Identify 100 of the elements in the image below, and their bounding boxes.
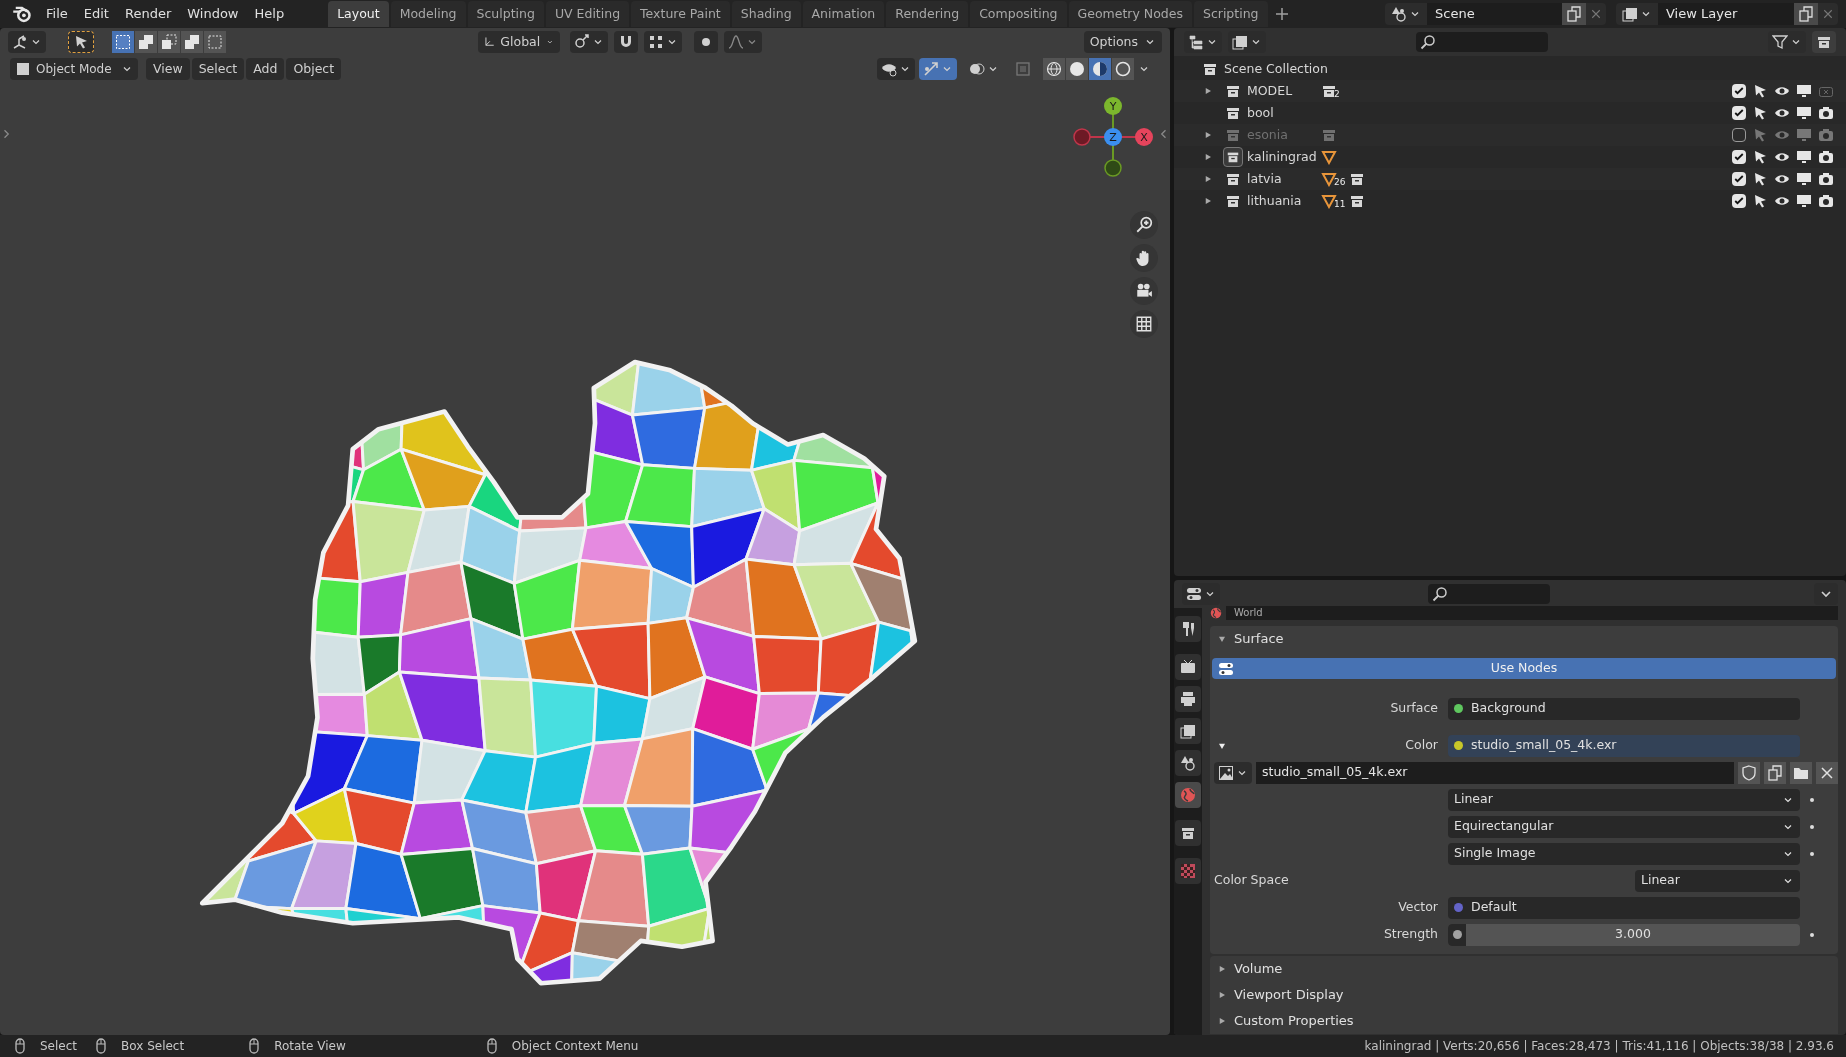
checkbox[interactable] — [1732, 84, 1746, 98]
workspace-tab[interactable]: Scripting — [1193, 0, 1268, 28]
shading-mode-button[interactable] — [1043, 58, 1065, 80]
socket-field[interactable]: Default — [1448, 896, 1800, 919]
display-mode-button[interactable] — [1184, 31, 1222, 53]
world-name-field[interactable]: World — [1226, 606, 1838, 620]
duplicate-button[interactable] — [1764, 761, 1786, 784]
collection-name[interactable]: Scene Collection — [1224, 59, 1328, 79]
options-button[interactable] — [1814, 583, 1838, 605]
world-icon[interactable] — [1210, 607, 1222, 619]
dropdown[interactable]: Single Image — [1448, 842, 1800, 865]
proportional-edit-button[interactable] — [694, 31, 718, 53]
duplicate-button[interactable] — [1562, 3, 1586, 25]
panel-header[interactable]: Volume — [1210, 956, 1838, 982]
camera-view-button[interactable] — [1130, 277, 1158, 305]
select-mode-button[interactable] — [112, 31, 134, 53]
workspace-tab[interactable]: Compositing — [970, 0, 1067, 28]
checkbox[interactable] — [1732, 172, 1746, 186]
unlink-button[interactable] — [1816, 761, 1838, 784]
monitor-icon[interactable] — [1796, 193, 1812, 209]
workspace-tab[interactable]: Shading — [731, 0, 801, 28]
checkbox[interactable] — [1732, 106, 1746, 120]
properties-tab[interactable] — [1175, 686, 1201, 712]
viewport-menu[interactable]: Add — [246, 58, 285, 80]
select-mode-button[interactable] — [158, 31, 180, 53]
collection-name[interactable]: latvia — [1247, 169, 1317, 189]
editor-type-button[interactable] — [8, 31, 46, 53]
viewport-menu[interactable]: Select — [191, 58, 245, 80]
blender-logo-icon[interactable] — [12, 4, 32, 24]
workspace-tab[interactable]: Animation — [802, 0, 885, 28]
dropdown[interactable]: Equirectangular — [1448, 815, 1800, 838]
properties-tab[interactable] — [1175, 616, 1201, 642]
camera-icon[interactable] — [1818, 171, 1834, 187]
camera-icon[interactable] — [1818, 193, 1834, 209]
use-nodes-button[interactable]: Use Nodes — [1212, 658, 1836, 679]
number-field[interactable]: 3.000 — [1448, 923, 1800, 946]
panel-header[interactable]: Custom Properties — [1210, 1008, 1838, 1034]
falloff-button[interactable] — [724, 31, 762, 53]
properties-tab[interactable] — [1175, 718, 1201, 744]
select-mode-button[interactable] — [204, 31, 226, 53]
workspace-tab[interactable]: Modeling — [390, 0, 466, 28]
workspace-tab[interactable]: Sculpting — [467, 0, 544, 28]
workspace-tab[interactable]: Texture Paint — [631, 0, 730, 28]
menu-item[interactable]: Window — [181, 1, 245, 27]
menu-item[interactable]: Edit — [77, 1, 115, 27]
image-name-field[interactable]: studio_small_05_4k.exr — [1256, 761, 1734, 784]
visibility-button[interactable] — [877, 58, 915, 80]
properties-tab[interactable] — [1175, 750, 1201, 776]
collection-name[interactable]: MODEL — [1247, 81, 1317, 101]
scene-name-field[interactable]: Scene — [1427, 3, 1562, 25]
monitor-icon[interactable] — [1796, 83, 1812, 99]
select-mode-button[interactable] — [181, 31, 203, 53]
properties-tab[interactable] — [1175, 654, 1201, 680]
fake-user-button[interactable] — [1738, 761, 1760, 784]
dropdown[interactable]: Linear — [1635, 869, 1800, 892]
panel-header[interactable]: Viewport Display — [1210, 982, 1838, 1008]
image-browse-button[interactable] — [1214, 761, 1252, 784]
select-cursor-icon[interactable] — [1752, 83, 1768, 99]
camera-icon[interactable] — [1818, 149, 1834, 165]
shading-mode-button[interactable] — [1112, 58, 1134, 80]
new-collection-button[interactable] — [1812, 31, 1836, 53]
camera-icon[interactable] — [1818, 105, 1834, 121]
menu-item[interactable]: Render — [118, 1, 178, 27]
monitor-icon[interactable] — [1796, 105, 1812, 121]
mesh-icon[interactable] — [1321, 149, 1337, 165]
select-mode-button[interactable] — [135, 31, 157, 53]
view-layer-field[interactable]: View Layer — [1658, 3, 1794, 25]
axis-gizmo-drawing[interactable] — [1073, 97, 1153, 177]
mesh-count-badge[interactable]: 11 — [1321, 192, 1346, 210]
gizmo-toggle-button[interactable] — [919, 58, 957, 80]
zoom-button[interactable] — [1130, 211, 1158, 239]
pan-button[interactable] — [1130, 244, 1158, 272]
search-field[interactable] — [1416, 32, 1548, 52]
collection-name[interactable]: kaliningrad — [1247, 147, 1317, 167]
collection-name[interactable]: lithuania — [1247, 191, 1317, 211]
monitor-icon[interactable] — [1796, 171, 1812, 187]
select-cursor-icon[interactable] — [1752, 171, 1768, 187]
add-workspace-icon[interactable] — [1273, 6, 1290, 22]
collection-icon[interactable] — [1349, 193, 1366, 209]
options-dropdown[interactable]: Options — [1083, 31, 1162, 53]
open-file-button[interactable] — [1790, 761, 1812, 784]
duplicate-button[interactable] — [1794, 3, 1818, 25]
filter-view-button[interactable] — [1228, 31, 1266, 53]
orientation-dropdown[interactable]: Global — [478, 31, 560, 53]
collection-count-badge[interactable]: 2 — [1321, 82, 1340, 100]
panel-header[interactable]: Surface — [1210, 626, 1838, 652]
snap-target-button[interactable] — [644, 31, 682, 53]
monitor-icon[interactable] — [1796, 149, 1812, 165]
checkbox[interactable] — [1732, 150, 1746, 164]
filter-button[interactable] — [1768, 31, 1806, 53]
collection-icon[interactable] — [1349, 171, 1366, 187]
mesh-count-badge[interactable]: 26 — [1321, 170, 1346, 188]
pivot-button[interactable] — [570, 31, 608, 53]
editor-type-button[interactable] — [1182, 583, 1220, 605]
dropdown[interactable]: Linear — [1448, 788, 1800, 811]
select-cursor-icon[interactable] — [1752, 193, 1768, 209]
workspace-tab[interactable]: UV Editing — [545, 0, 630, 28]
shading-mode-button[interactable] — [1089, 58, 1111, 80]
collection-name[interactable]: bool — [1247, 103, 1317, 123]
select-cursor-icon[interactable] — [1752, 105, 1768, 121]
